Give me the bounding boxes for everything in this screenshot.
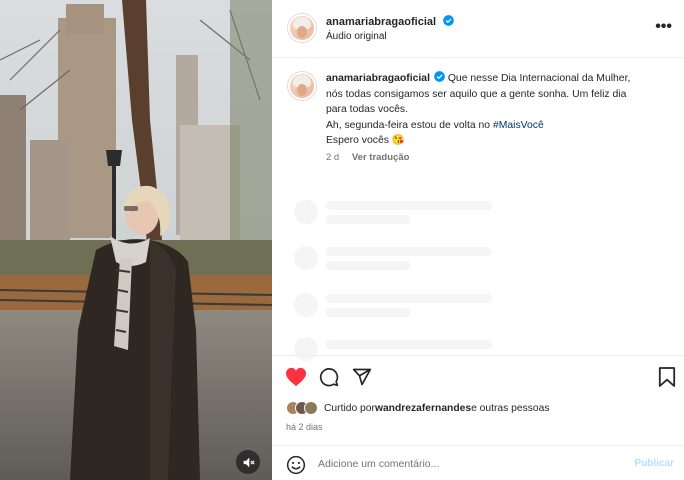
caption-line-5: Espero vocês 😘 [326, 135, 405, 146]
liked-by-prefix: Curtido por [324, 402, 375, 414]
emoji-icon[interactable] [286, 455, 306, 475]
liker-avatars [286, 401, 318, 415]
skeleton-line [326, 340, 492, 349]
more-options-button[interactable]: ••• [655, 18, 672, 36]
liked-by-row[interactable]: Curtido por wandrezafernandes e outras p… [286, 401, 550, 415]
caption-line-2: nós todas consigamos ser aquilo que a ge… [326, 88, 627, 100]
mute-icon [243, 457, 255, 467]
skeleton-line [326, 201, 492, 210]
mute-toggle-button[interactable] [236, 450, 260, 474]
skeleton-line [326, 261, 410, 270]
photo-woman-in-park [0, 0, 272, 480]
caption-meta: 2 d Ver tradução [326, 152, 419, 163]
caption-line-3: para todas vocês. [326, 104, 409, 115]
skeleton-line [326, 294, 492, 303]
author-username[interactable]: anamariabragaoficial [326, 16, 436, 28]
verified-badge-icon [443, 15, 454, 26]
skeleton-avatar [294, 293, 318, 317]
caption-line-1: Que nesse Dia Internacional da Mulher, [447, 73, 631, 84]
post-media-video[interactable] [0, 0, 272, 480]
publish-comment-button[interactable]: Publicar [635, 458, 674, 469]
post-header: anamariabragaoficial Áudio original ••• [272, 0, 684, 58]
share-icon[interactable] [352, 367, 372, 387]
comment-icon[interactable] [319, 367, 339, 387]
caption-line-4: Ah, segunda-feira estou de volta no [326, 119, 493, 131]
skeleton-line [326, 308, 410, 317]
verified-badge-icon [434, 71, 445, 82]
post-actions: Curtido por wandrezafernandes e outras p… [272, 355, 684, 445]
skeleton-avatar [294, 246, 318, 270]
comment-input[interactable] [318, 455, 618, 473]
skeleton-line [326, 215, 410, 224]
comment-composer: Publicar [272, 445, 684, 480]
liked-by-suffix[interactable]: e outras pessoas [471, 403, 549, 414]
hashtag-link[interactable]: #MaisVocê [493, 120, 544, 131]
liked-by-user-link[interactable]: wandrezafernandes [375, 403, 471, 414]
post-caption: anamariabragaoficial Que nesse Dia Inter… [326, 71, 676, 149]
bookmark-icon[interactable] [658, 367, 676, 387]
author-avatar[interactable] [288, 14, 316, 42]
audio-label-link[interactable]: Áudio original [326, 31, 387, 42]
liker-avatar [304, 401, 318, 415]
post-details-panel: anamariabragaoficial Áudio original ••• … [272, 0, 684, 480]
skeleton-line [326, 247, 492, 256]
caption-author-avatar[interactable] [288, 72, 316, 100]
see-translation-link[interactable]: Ver tradução [352, 152, 410, 163]
post-age: 2 d [326, 152, 340, 163]
heart-icon[interactable] [285, 367, 307, 387]
caption-username[interactable]: anamariabragaoficial [326, 73, 430, 84]
author-username-link[interactable]: anamariabragaoficial [326, 15, 454, 28]
skeleton-avatar [294, 200, 318, 224]
post-date[interactable]: há 2 dias [286, 422, 323, 432]
